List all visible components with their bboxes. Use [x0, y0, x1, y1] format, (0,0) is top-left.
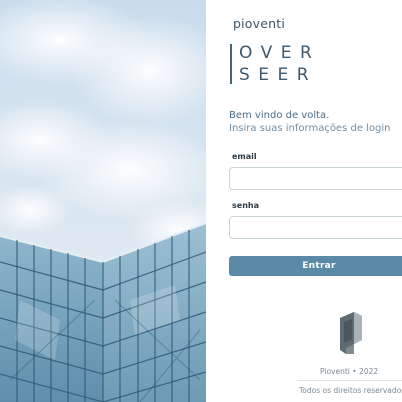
product-logo-line-1: OVER — [239, 43, 321, 63]
senha-field[interactable] — [229, 216, 402, 239]
email-field[interactable] — [229, 167, 402, 190]
footer-copyright: Pioventi • 2022 — [320, 367, 379, 376]
footer-rights: Todos os direitos reservados — [299, 386, 402, 395]
welcome-heading: Bem vindo de volta. — [229, 110, 330, 121]
company-name: pioventi — [233, 16, 286, 31]
email-label: email — [232, 152, 257, 161]
brand-divider — [230, 44, 232, 84]
footer-divider — [297, 380, 402, 381]
login-subtitle: Insira suas informações de login — [229, 123, 391, 134]
senha-label: senha — [232, 201, 259, 210]
pioventi-logo-icon — [336, 310, 364, 360]
product-logo-line-2: SEER — [239, 65, 318, 85]
product-logo-text: OVER SEER — [239, 42, 320, 86]
entrar-button[interactable]: Entrar — [229, 256, 402, 276]
hero-image — [0, 0, 206, 402]
login-panel: pioventi OVER SEER Bem vindo de volta. I… — [206, 0, 402, 402]
